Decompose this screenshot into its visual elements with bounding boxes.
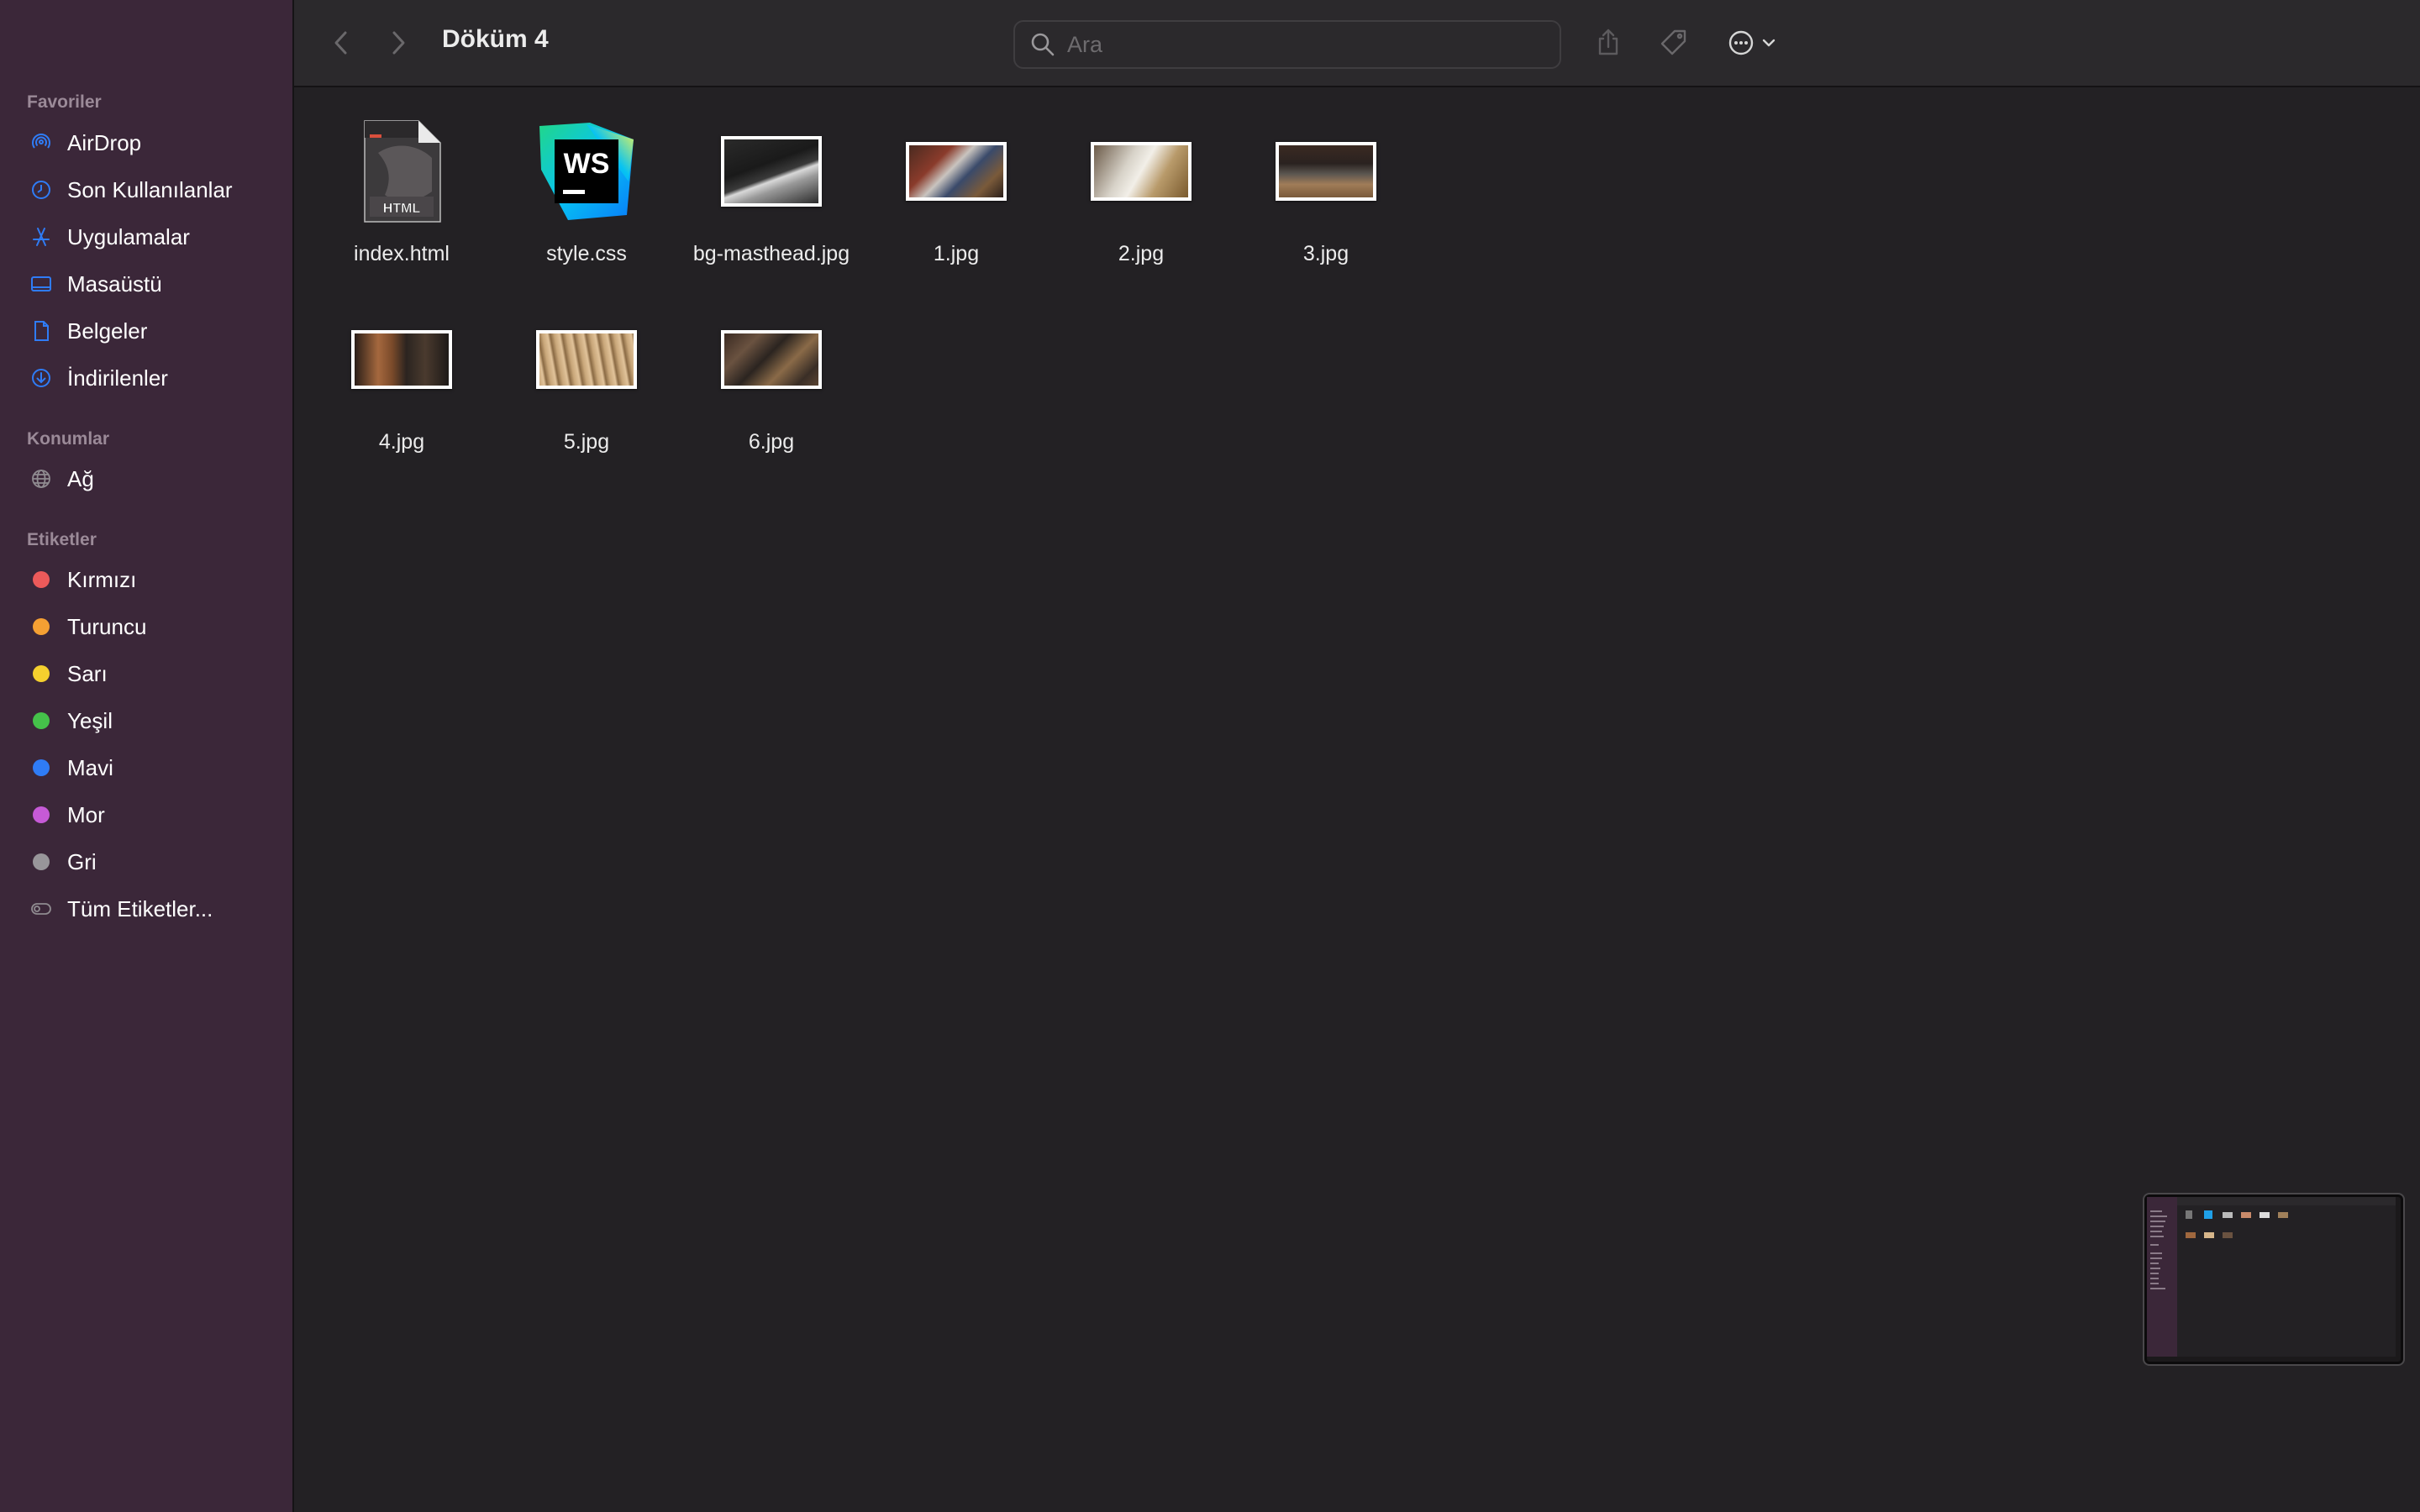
yellow-tag-dot-icon	[29, 661, 54, 686]
image-thumbnail	[864, 113, 1049, 230]
sidebar-item-label: İndirilenler	[67, 365, 168, 391]
ellipsis-circle-icon	[1728, 30, 1754, 55]
file-item[interactable]: 6.jpg	[679, 301, 864, 469]
applications-icon	[29, 224, 54, 249]
purple-tag-dot-icon	[29, 802, 54, 827]
sidebar-item-label: Sarı	[67, 660, 108, 686]
sidebar-section-tags: Etiketler	[27, 530, 97, 549]
image-thumbnail	[1049, 113, 1234, 230]
more-actions-button[interactable]	[1711, 22, 1791, 64]
tag-button[interactable]	[1647, 22, 1701, 64]
back-button[interactable]	[324, 25, 358, 60]
forward-button[interactable]	[381, 25, 415, 60]
search-field[interactable]	[1013, 20, 1561, 69]
file-name: 5.jpg	[563, 430, 610, 454]
sidebar-item-tag-orange[interactable]: Turuncu	[29, 606, 281, 647]
webstorm-css-file-icon: WS	[494, 113, 679, 230]
file-name: 2.jpg	[1118, 242, 1165, 265]
sidebar-item-tag-yellow[interactable]: Sarı	[29, 654, 281, 694]
sidebar-item-label: Uygulamalar	[67, 223, 190, 249]
file-name: 6.jpg	[748, 430, 795, 454]
file-item[interactable]: HTML index.html	[309, 113, 494, 281]
image-thumbnail	[679, 301, 864, 418]
file-name: index.html	[354, 242, 450, 265]
sidebar-item-network[interactable]: Ağ	[29, 459, 281, 499]
file-item[interactable]: bg-masthead.jpg	[679, 113, 864, 281]
sidebar-item-label: Turuncu	[67, 613, 147, 639]
file-item[interactable]: 2.jpg	[1049, 113, 1234, 281]
sidebar-section-favorites: Favoriler	[27, 92, 102, 112]
chevron-down-icon	[1762, 39, 1776, 47]
blue-tag-dot-icon	[29, 755, 54, 780]
document-icon	[29, 318, 54, 344]
sidebar-item-documents[interactable]: Belgeler	[29, 311, 281, 351]
file-name: 4.jpg	[378, 430, 425, 454]
image-thumbnail	[1234, 113, 1418, 230]
file-name: 3.jpg	[1302, 242, 1349, 265]
sidebar-item-label: Belgeler	[67, 318, 148, 344]
sidebar-item-tag-gray[interactable]: Gri	[29, 842, 281, 882]
search-icon	[1028, 30, 1057, 59]
file-item[interactable]: 5.jpg	[494, 301, 679, 469]
sidebar-item-label: AirDrop	[67, 129, 142, 155]
chevron-left-icon	[334, 31, 347, 55]
sidebar-item-downloads[interactable]: İndirilenler	[29, 358, 281, 398]
search-input[interactable]	[1065, 30, 1539, 59]
sidebar-section-locations: Konumlar	[27, 429, 110, 449]
sidebar-item-tag-blue[interactable]: Mavi	[29, 748, 281, 788]
html-badge-text: HTML	[383, 202, 421, 216]
sidebar-item-label: Gri	[67, 848, 97, 874]
file-browser-content: HTML index.html WS style.css bg-masthead…	[294, 87, 2420, 1512]
desktop-icon	[29, 271, 54, 297]
share-button[interactable]	[1581, 22, 1635, 64]
ws-badge-text: WS	[564, 148, 610, 180]
screenshot-preview-thumbnail[interactable]	[2144, 1194, 2403, 1364]
sidebar-item-label: Yeşil	[67, 707, 113, 733]
sidebar-item-tag-green[interactable]: Yeşil	[29, 701, 281, 741]
image-thumbnail	[494, 301, 679, 418]
sidebar-item-applications[interactable]: Uygulamalar	[29, 217, 281, 257]
finder-window: Favoriler AirDrop Son Kullanılanlar Uygu…	[0, 0, 2420, 1512]
gray-tag-dot-icon	[29, 849, 54, 874]
tag-icon	[1660, 29, 1686, 55]
image-thumbnail	[309, 301, 494, 418]
file-item[interactable]: WS style.css	[494, 113, 679, 281]
sidebar-item-tag-purple[interactable]: Mor	[29, 795, 281, 835]
sidebar-item-label: Mavi	[67, 754, 113, 780]
file-item[interactable]: 3.jpg	[1234, 113, 1418, 281]
sidebar-item-label: Son Kullanılanlar	[67, 176, 233, 202]
green-tag-dot-icon	[29, 708, 54, 733]
sidebar-item-recents[interactable]: Son Kullanılanlar	[29, 170, 281, 210]
image-thumbnail	[679, 113, 864, 230]
network-icon	[29, 466, 54, 491]
red-tag-dot-icon	[29, 567, 54, 592]
clock-icon	[29, 177, 54, 202]
sidebar-item-desktop[interactable]: Masaüstü	[29, 264, 281, 304]
file-name: style.css	[546, 242, 627, 265]
sidebar-item-all-tags[interactable]: Tüm Etiketler...	[29, 889, 281, 929]
window-title: Döküm 4	[442, 25, 549, 53]
sidebar: Favoriler AirDrop Son Kullanılanlar Uygu…	[0, 0, 294, 1512]
sidebar-item-label: Mor	[67, 801, 105, 827]
sidebar-item-label: Masaüstü	[67, 270, 162, 297]
sidebar-item-label: Ağ	[67, 465, 94, 491]
file-name: 1.jpg	[933, 242, 980, 265]
toolbar: Döküm 4	[294, 0, 2420, 87]
airdrop-icon	[29, 130, 54, 155]
file-name: bg-masthead.jpg	[692, 242, 850, 265]
sidebar-item-tag-red[interactable]: Kırmızı	[29, 559, 281, 600]
sidebar-item-label: Kırmızı	[67, 566, 137, 592]
file-item[interactable]: 1.jpg	[864, 113, 1049, 281]
sidebar-item-label: Tüm Etiketler...	[67, 895, 213, 921]
download-icon	[29, 365, 54, 391]
chevron-right-icon	[392, 31, 405, 55]
orange-tag-dot-icon	[29, 614, 54, 639]
html-file-icon: HTML	[309, 113, 494, 230]
sidebar-item-airdrop[interactable]: AirDrop	[29, 123, 281, 163]
screenshot-preview-image	[2147, 1197, 2396, 1357]
all-tags-icon	[29, 896, 54, 921]
file-item[interactable]: 4.jpg	[309, 301, 494, 469]
share-icon	[1598, 29, 1618, 55]
